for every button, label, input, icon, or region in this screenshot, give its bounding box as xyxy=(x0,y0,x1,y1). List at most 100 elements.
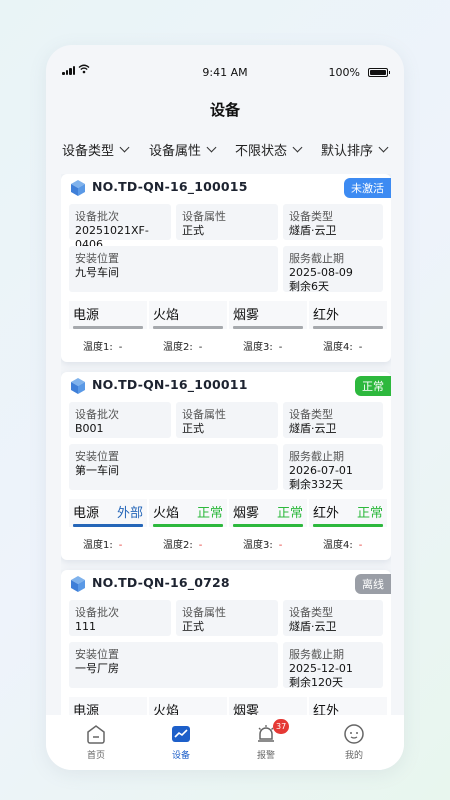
field-label: 设备类型 xyxy=(289,606,333,619)
device-chart-icon xyxy=(172,726,190,742)
device-id: NO.TD-QN-16_0728 xyxy=(92,575,230,590)
field-batch: 设备批次 111 xyxy=(69,600,171,636)
tab-label: 设备 xyxy=(171,751,190,761)
field-location: 安装位置 一号厂房 xyxy=(69,642,278,688)
temp-value: - xyxy=(118,342,123,353)
status-badge: 正常 xyxy=(355,376,391,396)
device-id: NO.TD-QN-16_100015 xyxy=(92,179,248,194)
filter-label: 设备属性 xyxy=(149,144,202,159)
field-label: 设备属性 xyxy=(182,408,226,421)
temp-label: 温度3: xyxy=(243,342,273,353)
device-id: NO.TD-QN-16_100011 xyxy=(92,377,248,392)
tab-label: 报警 xyxy=(256,751,275,761)
field-value: 2025-12-01 剩余120天 xyxy=(289,662,353,690)
sensor-bar xyxy=(153,326,223,329)
device-cube-icon xyxy=(71,576,85,592)
device-card[interactable]: NO.TD-QN-16_100015 未激活设备批次 20251021XF-0406… xyxy=(61,174,391,362)
filter-label: 设备类型 xyxy=(62,144,115,159)
chevron-down-icon xyxy=(119,142,130,153)
tab-devices[interactable]: 设备 xyxy=(151,723,211,761)
status-badge: 离线 xyxy=(355,574,391,594)
filter-status[interactable]: 不限状态 xyxy=(235,140,303,159)
field-label: 设备批次 xyxy=(75,210,119,223)
service-remaining: 剩余6天 xyxy=(289,280,329,293)
temperature-4: 温度4: - xyxy=(323,338,362,353)
sensor-name: 电源 xyxy=(73,506,100,521)
battery-percent: 100% xyxy=(328,66,360,79)
field-value: 一号厂房 xyxy=(75,662,119,675)
field-value: 2026-07-01 剩余332天 xyxy=(289,464,353,492)
field-value: 燧盾·云卫 xyxy=(289,422,337,435)
field-batch: 设备批次 20251021XF-0406 xyxy=(69,204,171,251)
field-service: 服务截止期 2025-08-09 剩余6天 xyxy=(283,246,383,294)
field-label: 安装位置 xyxy=(75,648,119,661)
field-batch: 设备批次 B001 xyxy=(69,402,171,438)
field-value: 燧盾·云卫 xyxy=(289,224,337,237)
filter-bar: 设备类型 设备属性 不限状态 默认排序 xyxy=(0,140,450,160)
device-list[interactable]: NO.TD-QN-16_100015 未激活设备批次 20251021XF-0406… xyxy=(61,174,391,720)
filter-label: 默认排序 xyxy=(321,144,374,159)
field-value: 九号车间 xyxy=(75,266,119,279)
field-label: 服务截止期 xyxy=(289,648,344,661)
card-header: NO.TD-QN-16_100015 未激活 xyxy=(69,177,391,199)
chevron-down-icon xyxy=(292,142,303,153)
chevron-down-icon xyxy=(378,142,389,153)
temp-label: 温度4: xyxy=(323,342,353,353)
filter-device-attr[interactable]: 设备属性 xyxy=(149,140,217,159)
tab-home[interactable]: 首页 xyxy=(66,723,126,761)
sensor-name: 火焰 xyxy=(153,506,180,521)
temperature-2: 温度2: - xyxy=(163,536,202,551)
sensor-3: 烟雾 xyxy=(229,301,307,329)
tab-profile[interactable]: 我的 xyxy=(324,723,384,761)
service-date: 2025-12-01 xyxy=(289,662,353,675)
device-cube-icon xyxy=(71,378,85,394)
temperature-3: 温度3: - xyxy=(243,338,282,353)
field-attr: 设备属性 正式 xyxy=(176,204,278,240)
tab-alarms[interactable]: 报警 37 xyxy=(236,719,296,761)
alarm-count-badge: 37 xyxy=(273,719,290,734)
sensor-bar xyxy=(153,524,223,527)
temperature-1: 温度1: - xyxy=(83,338,122,353)
field-value: 2025-08-09 剩余6天 xyxy=(289,266,353,294)
page-title: 设备 xyxy=(209,101,240,119)
temp-label: 温度1: xyxy=(83,540,113,551)
card-header: NO.TD-QN-16_100011 正常 xyxy=(69,375,391,397)
sensor-state: 正常 xyxy=(196,506,223,521)
temp-label: 温度4: xyxy=(323,540,353,551)
chevron-down-icon xyxy=(206,142,217,153)
device-card[interactable]: NO.TD-QN-16_0728 离线 设备批次 111 设备属性 正式 设备类型 燧盾·云卫… xyxy=(61,570,391,720)
field-value: 111 xyxy=(75,620,96,633)
sensor-bar xyxy=(73,524,143,527)
field-value: 正式 xyxy=(182,620,204,633)
sensor-name: 烟雾 xyxy=(233,506,260,521)
sensor-name: 火焰 xyxy=(153,308,180,323)
temp-value: - xyxy=(118,540,123,551)
profile-face-icon xyxy=(344,724,364,744)
field-type: 设备类型 燧盾·云卫 xyxy=(283,402,383,438)
service-remaining: 剩余332天 xyxy=(289,478,343,491)
temp-value: - xyxy=(358,540,363,551)
sensor-bar xyxy=(233,524,303,527)
home-icon xyxy=(87,725,105,744)
sensor-name: 电源 xyxy=(73,308,100,323)
tab-bar: 首页 设备 报警 37 我的 xyxy=(46,715,404,770)
temperature-2: 温度2: - xyxy=(163,338,202,353)
sensor-name: 红外 xyxy=(313,506,340,521)
temp-value: - xyxy=(198,342,203,353)
field-value: 第一车间 xyxy=(75,464,119,477)
filter-device-type[interactable]: 设备类型 xyxy=(62,140,130,159)
sensor-1: 电源 xyxy=(69,301,147,329)
status-badge: 未激活 xyxy=(344,178,391,198)
field-type: 设备类型 燧盾·云卫 xyxy=(283,204,383,240)
service-date: 2025-08-09 xyxy=(289,266,353,279)
field-type: 设备类型 燧盾·云卫 xyxy=(283,600,383,636)
sensor-bar xyxy=(233,326,303,329)
device-card[interactable]: NO.TD-QN-16_100011 正常 设备批次 B001 设备属性 正式 设备类型 燧盾… xyxy=(61,372,391,560)
temperature-3: 温度3: - xyxy=(243,536,282,551)
temp-label: 温度3: xyxy=(243,540,273,551)
field-label: 设备类型 xyxy=(289,210,333,223)
filter-sort[interactable]: 默认排序 xyxy=(321,140,389,159)
field-label: 安装位置 xyxy=(75,450,119,463)
field-value: 正式 xyxy=(182,422,204,435)
device-cube-icon xyxy=(71,180,85,196)
